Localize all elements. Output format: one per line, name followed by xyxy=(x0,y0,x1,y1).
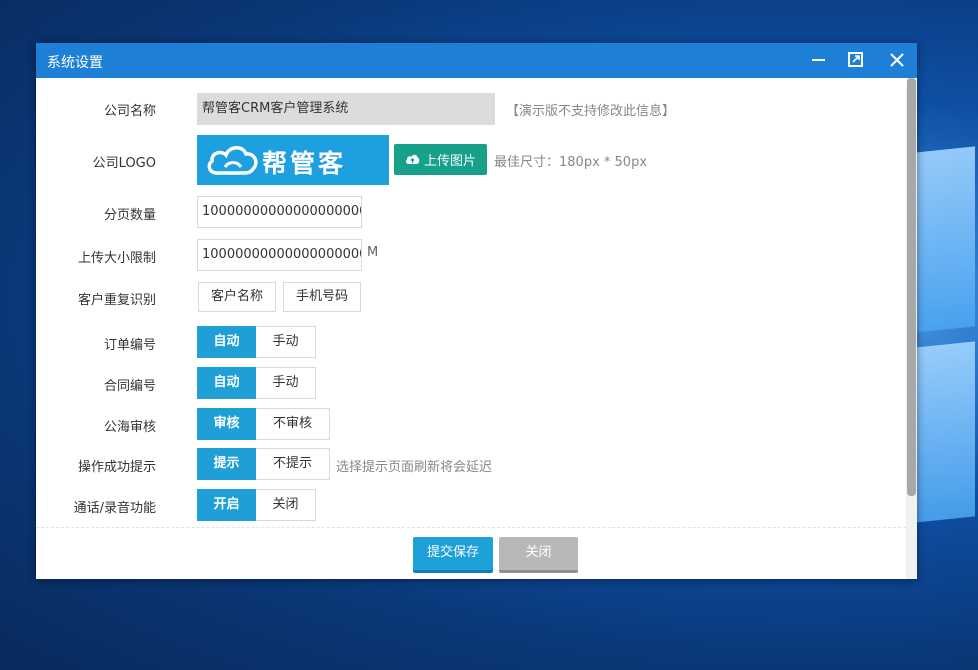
contract-number-label: 合同编号 xyxy=(103,379,156,394)
call-record-on-option[interactable]: 开启 xyxy=(197,489,256,521)
upload-limit-input[interactable]: 10000000000000000000 xyxy=(197,239,362,271)
company-name-field: 帮管客CRM客户管理系统 xyxy=(197,93,495,125)
order-number-auto-option[interactable]: 自动 xyxy=(197,326,256,358)
company-name-hint: 【演示版不支持修改此信息】 xyxy=(506,104,676,119)
footer-divider xyxy=(36,527,906,528)
success-prompt-hint: 选择提示页面刷新将会延迟 xyxy=(336,460,493,475)
order-number-toggle: 自动 手动 xyxy=(197,326,316,358)
cloud-upload-icon xyxy=(405,154,420,164)
upload-limit-unit: M xyxy=(367,245,379,260)
success-prompt-on-option[interactable]: 提示 xyxy=(197,448,256,480)
order-number-label: 订单编号 xyxy=(103,338,156,353)
dialog-title: 系统设置 xyxy=(47,55,103,71)
company-logo-label: 公司LOGO xyxy=(92,156,156,171)
call-record-label: 通话/录音功能 xyxy=(73,501,156,516)
cloud-logo-icon xyxy=(207,146,258,175)
close-window-button[interactable] xyxy=(885,49,909,71)
maximize-icon xyxy=(848,52,863,67)
upload-image-label: 上传图片 xyxy=(423,154,476,169)
order-number-manual-option[interactable]: 手动 xyxy=(256,326,316,358)
public-review-toggle: 审核 不审核 xyxy=(197,408,330,440)
logo-size-hint: 最佳尺寸：180px * 50px xyxy=(494,155,648,170)
dialog-titlebar[interactable]: 系统设置 xyxy=(36,43,917,78)
public-review-on-option[interactable]: 审核 xyxy=(197,408,256,440)
submit-save-button[interactable]: 提交保存 xyxy=(413,537,493,573)
maximize-button[interactable] xyxy=(844,49,868,71)
minimize-icon xyxy=(812,59,825,61)
success-prompt-label: 操作成功提示 xyxy=(77,460,156,475)
contract-number-auto-option[interactable]: 自动 xyxy=(197,367,256,399)
public-review-label: 公海审核 xyxy=(103,420,156,435)
call-record-toggle: 开启 关闭 xyxy=(197,489,316,521)
public-review-off-option[interactable]: 不审核 xyxy=(256,408,330,440)
minimize-button[interactable] xyxy=(808,49,832,71)
contract-number-toggle: 自动 手动 xyxy=(197,367,316,399)
duplicate-check-label: 客户重复识别 xyxy=(77,293,156,308)
contract-number-manual-option[interactable]: 手动 xyxy=(256,367,316,399)
success-prompt-toggle: 提示 不提示 xyxy=(197,448,330,480)
duplicate-by-phone-option[interactable]: 手机号码 xyxy=(283,282,361,312)
company-logo-image: 帮管客 xyxy=(197,135,389,185)
call-record-off-option[interactable]: 关闭 xyxy=(256,489,316,521)
close-icon xyxy=(890,53,904,67)
company-logo-row: 公司LOGO 帮管客 上传图片 最佳尺寸：180px * 50px xyxy=(36,135,896,185)
upload-limit-label: 上传大小限制 xyxy=(77,251,156,266)
company-name-label: 公司名称 xyxy=(103,104,156,119)
scrollbar-thumb[interactable] xyxy=(907,78,916,496)
close-button[interactable]: 关闭 xyxy=(499,537,578,573)
page-size-input[interactable]: 10000000000000000000 xyxy=(197,196,362,228)
settings-dialog: 系统设置 公司名称 帮管客CRM客户管理系统 【演示版不支持修改此信息】 公司L… xyxy=(36,43,917,579)
duplicate-by-name-option[interactable]: 客户名称 xyxy=(198,282,276,312)
vertical-scrollbar[interactable] xyxy=(906,78,917,579)
page-size-label: 分页数量 xyxy=(103,208,156,223)
dialog-content: 公司名称 帮管客CRM客户管理系统 【演示版不支持修改此信息】 公司LOGO 帮… xyxy=(36,78,906,527)
upload-image-button[interactable]: 上传图片 xyxy=(394,144,487,175)
logo-text: 帮管客 xyxy=(262,149,347,178)
success-prompt-off-option[interactable]: 不提示 xyxy=(256,448,330,480)
